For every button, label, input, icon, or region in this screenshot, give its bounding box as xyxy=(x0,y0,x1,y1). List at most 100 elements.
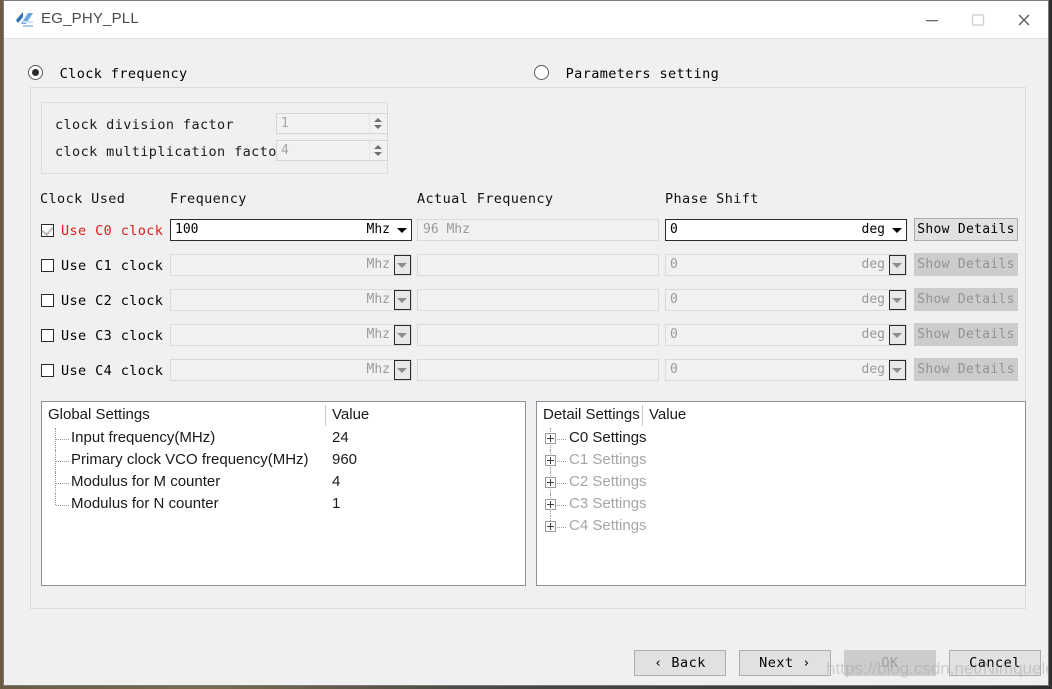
title-bar: EG_PHY_PLL xyxy=(4,1,1048,39)
column-header-actual-frequency: Actual Frequency xyxy=(417,191,554,207)
actual-frequency-value: 96 Mhz xyxy=(423,222,470,237)
frequency-unit: Mhz xyxy=(366,362,390,377)
frequency-value: 100 xyxy=(175,222,199,237)
frequency-combo-1[interactable]: Mhz xyxy=(170,254,412,276)
expand-plus-icon[interactable] xyxy=(545,477,556,488)
radio-parameters-setting[interactable]: Parameters setting xyxy=(534,63,719,82)
setting-value: 24 xyxy=(332,429,349,446)
show-details-button-0[interactable]: Show Details xyxy=(914,218,1018,241)
actual-frequency-field-4 xyxy=(417,359,659,381)
checkbox-indicator xyxy=(41,224,54,237)
clock-row: Use C4 clock Mhz 0 deg Show Details xyxy=(4,355,1048,385)
use-clock-label: Use C1 clock xyxy=(61,258,164,274)
show-details-button-3: Show Details xyxy=(914,323,1018,346)
back-button[interactable]: ‹ Back xyxy=(634,650,726,676)
detail-settings-header-value: Value xyxy=(649,406,687,423)
checkbox-indicator xyxy=(41,259,54,272)
chevron-down-icon xyxy=(892,298,902,303)
use-clock-checkbox-4[interactable]: Use C4 clock xyxy=(41,360,163,379)
tree-row[interactable]: Modulus for N counter 1 xyxy=(42,494,525,516)
phase-shift-unit: deg xyxy=(861,257,885,272)
chevron-down-icon xyxy=(397,228,407,233)
setting-label: C2 Settings xyxy=(569,473,647,490)
tree-connector xyxy=(557,439,566,441)
multiplication-factor-value: 4 xyxy=(281,143,289,158)
tree-row[interactable]: Modulus for M counter 4 xyxy=(42,472,525,494)
clock-row: Use C1 clock Mhz 0 deg Show Details xyxy=(4,250,1048,280)
maximize-button[interactable] xyxy=(956,1,1002,38)
frequency-combo-0[interactable]: 100 Mhz xyxy=(170,219,412,241)
stepper-arrows-icon[interactable] xyxy=(369,141,387,160)
minimize-button[interactable] xyxy=(910,1,956,38)
ok-button: OK xyxy=(844,650,936,676)
next-button[interactable]: Next › xyxy=(739,650,831,676)
detail-settings-tree[interactable]: Detail Settings Value C0 Settings C1 Sett… xyxy=(536,401,1026,586)
chevron-down-icon xyxy=(892,263,902,268)
actual-frequency-field-2 xyxy=(417,289,659,311)
expand-plus-icon[interactable] xyxy=(545,455,556,466)
radio-indicator-parameters-setting xyxy=(534,65,549,80)
tree-row[interactable]: Primary clock VCO frequency(MHz) 960 xyxy=(42,450,525,472)
chevron-down-icon xyxy=(397,368,407,373)
radio-label-clock-frequency: Clock frequency xyxy=(59,66,188,82)
frequency-combo-2[interactable]: Mhz xyxy=(170,289,412,311)
app-logo-icon xyxy=(15,11,34,29)
tree-row[interactable]: C3 Settings xyxy=(537,494,1025,516)
use-clock-checkbox-1[interactable]: Use C1 clock xyxy=(41,255,163,274)
multiplication-factor-row: clock multiplication factor xyxy=(55,141,285,162)
actual-frequency-field-1 xyxy=(417,254,659,276)
setting-label: C3 Settings xyxy=(569,495,647,512)
division-factor-stepper[interactable]: 1 xyxy=(276,113,388,134)
tree-row[interactable]: C4 Settings xyxy=(537,516,1025,538)
window-title: EG_PHY_PLL xyxy=(41,10,139,27)
column-header-phase-shift: Phase Shift xyxy=(665,191,759,207)
frequency-unit: Mhz xyxy=(366,222,390,237)
phase-shift-combo-4[interactable]: 0 deg xyxy=(665,359,907,381)
tree-guide xyxy=(55,494,57,505)
cancel-button[interactable]: Cancel xyxy=(949,650,1041,676)
close-icon xyxy=(1018,14,1030,26)
tree-row[interactable]: C2 Settings xyxy=(537,472,1025,494)
global-settings-header-name: Global Settings xyxy=(48,406,150,423)
global-settings-header-value: Value xyxy=(332,406,370,423)
phase-shift-value: 0 xyxy=(670,327,678,342)
tree-row[interactable]: C1 Settings xyxy=(537,450,1025,472)
radio-clock-frequency[interactable]: Clock frequency xyxy=(28,63,188,82)
show-details-button-2: Show Details xyxy=(914,288,1018,311)
use-clock-checkbox-2[interactable]: Use C2 clock xyxy=(41,290,163,309)
setting-value: 960 xyxy=(332,451,358,468)
tree-connector xyxy=(56,461,69,463)
show-details-button-1: Show Details xyxy=(914,253,1018,276)
setting-label: Input frequency(MHz) xyxy=(71,429,216,446)
multiplication-factor-label: clock multiplication factor xyxy=(55,144,286,160)
phase-shift-combo-3[interactable]: 0 deg xyxy=(665,324,907,346)
tree-row[interactable]: C0 Settings xyxy=(537,428,1025,450)
expand-plus-icon[interactable] xyxy=(545,499,556,510)
tree-row[interactable]: Input frequency(MHz) 24 xyxy=(42,428,525,450)
close-button[interactable] xyxy=(1002,1,1048,38)
clock-factor-group: clock division factor clock multiplicati… xyxy=(41,102,388,174)
use-clock-checkbox-0[interactable]: Use C0 clock xyxy=(41,220,163,239)
detail-settings-header-name: Detail Settings xyxy=(543,406,640,423)
setting-value: 1 xyxy=(332,495,341,512)
phase-shift-unit: deg xyxy=(861,327,885,342)
frequency-combo-4[interactable]: Mhz xyxy=(170,359,412,381)
phase-shift-combo-2[interactable]: 0 deg xyxy=(665,289,907,311)
setting-label: Primary clock VCO frequency(MHz) xyxy=(71,451,309,468)
application-window: EG_PHY_PLL Clock frequency Parameters se… xyxy=(3,0,1049,686)
global-settings-tree[interactable]: Global Settings Value Input frequency(MH… xyxy=(41,401,526,586)
phase-shift-combo-0[interactable]: 0 deg xyxy=(665,219,907,241)
chevron-down-icon xyxy=(892,333,902,338)
frequency-combo-3[interactable]: Mhz xyxy=(170,324,412,346)
expand-plus-icon[interactable] xyxy=(545,433,556,444)
expand-plus-icon[interactable] xyxy=(545,521,556,532)
multiplication-factor-stepper[interactable]: 4 xyxy=(276,140,388,161)
chevron-down-icon xyxy=(397,333,407,338)
frequency-unit: Mhz xyxy=(366,327,390,342)
column-divider xyxy=(325,405,326,426)
stepper-arrows-icon[interactable] xyxy=(369,114,387,133)
use-clock-checkbox-3[interactable]: Use C3 clock xyxy=(41,325,163,344)
radio-indicator-clock-frequency xyxy=(28,65,43,80)
phase-shift-value: 0 xyxy=(670,257,678,272)
phase-shift-combo-1[interactable]: 0 deg xyxy=(665,254,907,276)
